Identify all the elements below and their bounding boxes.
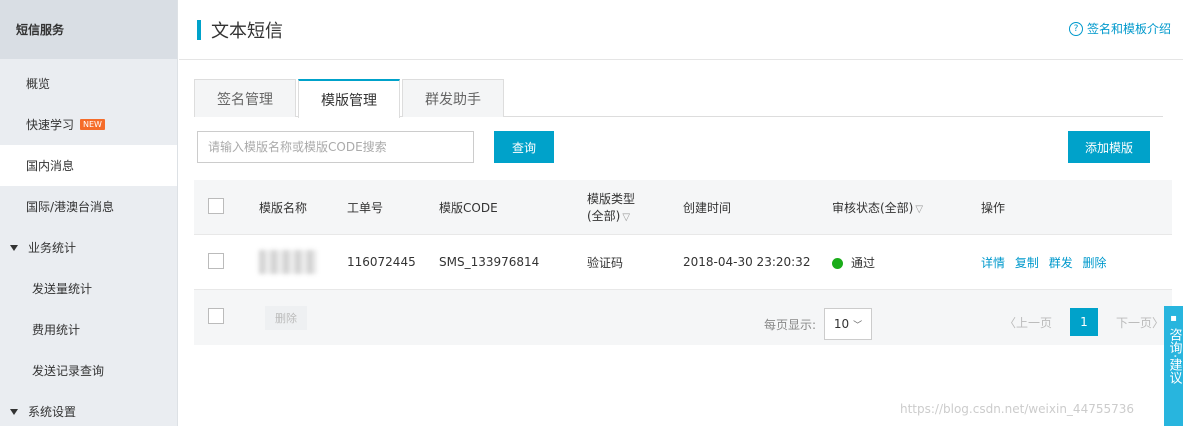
page-header: 文本短信 ? 签名和模板介绍 xyxy=(179,0,1183,60)
chevron-left-icon: 〈 xyxy=(1003,315,1016,330)
filter-icon[interactable]: ▽ xyxy=(622,212,630,223)
col-header-time: 创建时间 xyxy=(683,200,732,215)
prev-page-button[interactable]: 〈上一页 xyxy=(998,314,1058,331)
page-title: 文本短信 xyxy=(211,20,283,42)
sidebar-item-cost-stats[interactable]: 费用统计 xyxy=(0,309,177,350)
new-badge: NEW xyxy=(80,119,105,130)
question-circle-icon: ? xyxy=(1068,21,1083,36)
query-button[interactable]: 查询 xyxy=(494,131,554,163)
tab-bulk-send[interactable]: 群发助手 xyxy=(402,79,504,117)
col-header-ops: 操作 xyxy=(981,200,1006,215)
sidebar-item-label: 国内消息 xyxy=(26,159,75,173)
col-header-type-label: 模版类型 xyxy=(587,192,636,206)
col-header-status-label: 审核状态(全部) xyxy=(832,200,914,215)
sidebar-item-label: 国际/港澳台消息 xyxy=(26,200,115,214)
detail-link[interactable]: 详情 xyxy=(981,256,1005,270)
filter-icon[interactable]: ▽ xyxy=(915,204,923,215)
title-accent-bar xyxy=(197,19,201,40)
col-header-type[interactable]: 模版类型 (全部) ▽ xyxy=(587,190,683,224)
sidebar: 短信服务 概览 快速学习 NEW 国内消息 国际/港澳台消息 业务统计 发送量统计… xyxy=(0,0,178,426)
sidebar-item-label: 发送记录查询 xyxy=(32,364,105,378)
sidebar-item-overview[interactable]: 概览 xyxy=(0,63,177,104)
add-template-button[interactable]: 添加模版 xyxy=(1068,131,1150,163)
cell-type: 验证码 xyxy=(587,255,624,270)
col-header-order: 工单号 xyxy=(347,200,384,215)
tab-signature[interactable]: 签名管理 xyxy=(194,79,296,117)
help-link-label: 签名和模板介绍 xyxy=(1086,22,1171,36)
per-page-select[interactable]: 10 ﹀ xyxy=(824,308,872,340)
sidebar-nav: 概览 快速学习 NEW 国内消息 国际/港澳台消息 业务统计 发送量统计 费用统计… xyxy=(0,59,177,426)
status-label: 通过 xyxy=(851,255,876,270)
cell-code: SMS_133976814 xyxy=(439,255,540,269)
col-header-status[interactable]: 审核状态(全部) ▽ xyxy=(832,199,981,216)
cell-order: 116072445 xyxy=(347,255,416,269)
consult-widget[interactable]: ▪ 咨询·建议 xyxy=(1164,306,1183,426)
template-table: 模版名称 工单号 模版CODE 模版类型 (全部) ▽ 创建时间 审核状态(全部)… xyxy=(194,180,1172,345)
caret-down-icon xyxy=(10,408,18,415)
sidebar-group-stats[interactable]: 业务统计 xyxy=(0,227,177,268)
next-page-label: 下一页 xyxy=(1115,315,1152,330)
help-link[interactable]: ? 签名和模板介绍 xyxy=(1068,20,1171,37)
sidebar-item-label: 费用统计 xyxy=(32,323,81,337)
batch-delete-button[interactable]: 删除 xyxy=(265,305,307,330)
table-row: 116072445 SMS_133976814 验证码 2018-04-30 2… xyxy=(194,235,1172,290)
sidebar-item-domestic[interactable]: 国内消息 xyxy=(0,145,177,186)
row-checkbox[interactable] xyxy=(208,252,224,269)
tab-template[interactable]: 模版管理 xyxy=(298,79,400,118)
chevron-down-icon: ﹀ xyxy=(853,320,863,331)
table-footer: 删除 每页显示: 10 ﹀ 〈上一页 1 下一页〉 xyxy=(194,290,1172,345)
table-header-row: 模版名称 工单号 模版CODE 模版类型 (全部) ▽ 创建时间 审核状态(全部)… xyxy=(194,180,1172,235)
cell-ops: 详情 复制 群发 删除 xyxy=(981,254,1172,271)
sidebar-item-label: 发送量统计 xyxy=(32,282,93,296)
per-page-label: 每页显示: xyxy=(763,317,816,332)
col-header-code: 模版CODE xyxy=(439,200,498,215)
sidebar-item-label: 快速学习 xyxy=(26,118,75,132)
search-input[interactable] xyxy=(197,131,474,163)
pagination: 〈上一页 1 下一页〉 xyxy=(998,308,1170,336)
per-page-control: 每页显示: 10 ﹀ xyxy=(764,308,872,340)
prev-page-label: 上一页 xyxy=(1015,315,1052,330)
chat-icon: ▪ xyxy=(1170,313,1177,324)
per-page-value: 10 xyxy=(833,317,850,331)
sidebar-group-settings[interactable]: 系统设置 xyxy=(0,391,177,426)
sidebar-item-international[interactable]: 国际/港澳台消息 xyxy=(0,186,177,227)
chevron-right-icon: 〉 xyxy=(1151,315,1164,330)
copy-link[interactable]: 复制 xyxy=(1015,256,1039,270)
sidebar-item-send-records[interactable]: 发送记录查询 xyxy=(0,350,177,391)
select-all-checkbox[interactable] xyxy=(208,197,224,214)
status-dot-icon xyxy=(832,257,843,269)
cell-status: 通过 xyxy=(832,254,981,271)
sidebar-item-label: 业务统计 xyxy=(28,241,77,255)
consult-label: 咨询·建议 xyxy=(1166,328,1182,385)
footer-select-checkbox[interactable] xyxy=(208,308,224,324)
caret-down-icon xyxy=(10,244,18,251)
tab-bar: 签名管理 模版管理 群发助手 xyxy=(194,79,1163,118)
next-page-button[interactable]: 下一页〉 xyxy=(1110,314,1170,331)
bulk-send-link[interactable]: 群发 xyxy=(1049,256,1073,270)
cell-time: 2018-04-30 23:20:32 xyxy=(683,255,811,269)
delete-link[interactable]: 删除 xyxy=(1083,256,1107,270)
sidebar-item-send-stats[interactable]: 发送量统计 xyxy=(0,268,177,309)
page-number-current[interactable]: 1 xyxy=(1069,308,1098,336)
col-header-name: 模版名称 xyxy=(259,200,308,215)
sidebar-title: 短信服务 xyxy=(0,0,177,59)
sidebar-item-label: 系统设置 xyxy=(28,405,77,419)
watermark-text: https://blog.csdn.net/weixin_44755736 xyxy=(900,402,1135,416)
col-header-type-filter: (全部) xyxy=(587,209,621,223)
sidebar-item-label: 概览 xyxy=(26,77,51,91)
redacted-template-name xyxy=(259,250,317,274)
sidebar-item-quick-learn[interactable]: 快速学习 NEW xyxy=(0,104,177,145)
